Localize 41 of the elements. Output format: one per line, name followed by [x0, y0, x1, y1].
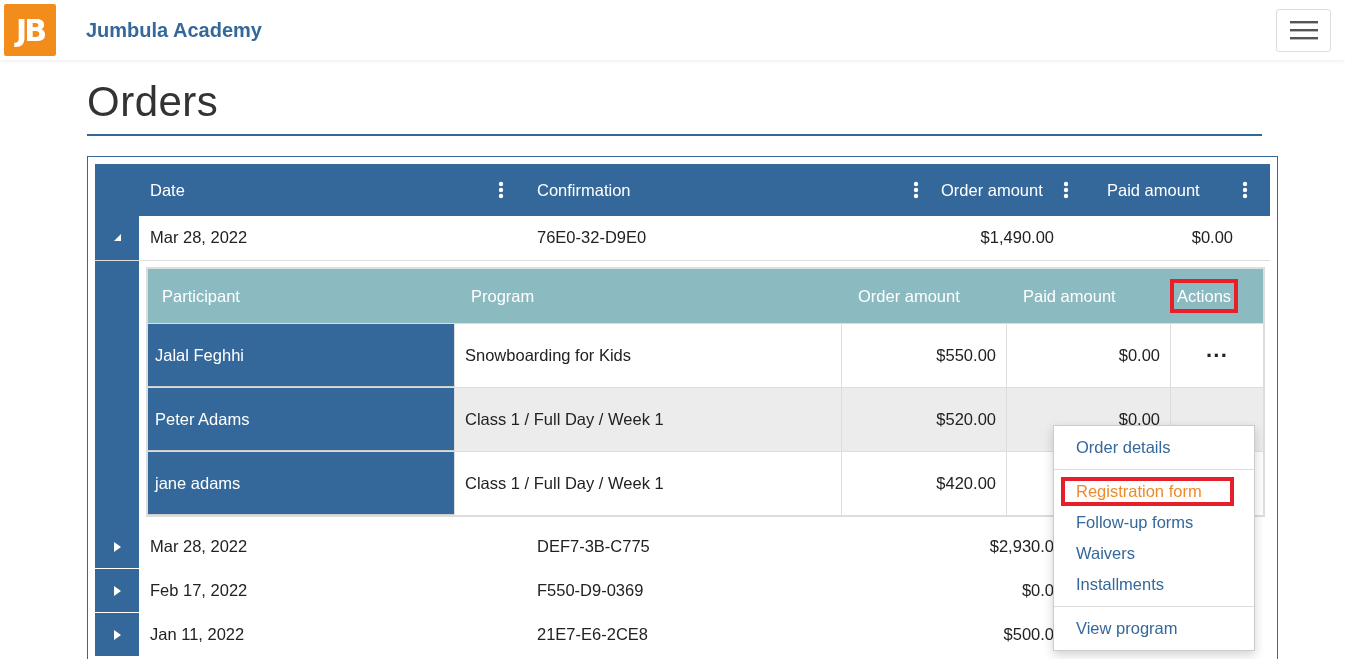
- table-cell: $1,490.00: [980, 228, 1054, 246]
- table-cell: Peter Adams: [155, 409, 250, 429]
- table-cell: jane adams: [155, 473, 241, 493]
- table-cell: $0.00: [1118, 410, 1160, 429]
- column-header: Program: [470, 285, 536, 307]
- table-cell: Mar 28, 2022: [150, 228, 248, 246]
- column-header[interactable]: Date: [150, 180, 185, 200]
- column-header[interactable]: Confirmation: [537, 180, 631, 200]
- table-cell: 21E7-E6-2CE8: [537, 625, 648, 643]
- table-cell: F550-D9-0369: [537, 581, 644, 599]
- column-header: Participant: [161, 285, 241, 307]
- column-header: Actions: [1170, 278, 1239, 313]
- menu-item[interactable]: Waivers: [1061, 539, 1147, 568]
- table-cell: $420.00: [936, 474, 996, 493]
- menu-item[interactable]: Installments: [1061, 570, 1177, 599]
- menu-item[interactable]: Follow-up forms: [1061, 508, 1206, 537]
- table-cell: $0.0: [1021, 581, 1054, 599]
- table-cell: Mar 28, 2022: [150, 537, 248, 555]
- table-cell: $520.00: [936, 410, 996, 429]
- table-cell: Snowboarding for Kids: [465, 346, 631, 365]
- actions-button[interactable]: ···: [1202, 344, 1232, 367]
- menu-item[interactable]: Order details: [1061, 433, 1183, 462]
- brand-name[interactable]: Jumbula Academy: [86, 18, 262, 42]
- table-cell: $550.00: [936, 346, 996, 365]
- table-cell: $0.00: [1118, 346, 1160, 365]
- table-cell: DEF7-3B-C775: [537, 537, 650, 555]
- table-cell: $0.00: [1191, 228, 1233, 246]
- column-header: Order amount: [857, 285, 961, 307]
- page-title: Orders: [87, 78, 1262, 136]
- column-header[interactable]: Order amount: [941, 180, 1043, 200]
- table-cell: Jan 11, 2022: [150, 625, 245, 643]
- table-cell: Jalal Feghhi: [155, 345, 244, 365]
- table-cell: $500.0: [1003, 625, 1054, 643]
- table-cell: Class 1 / Full Day / Week 1: [465, 410, 664, 429]
- column-header: Paid amount: [1022, 285, 1117, 307]
- table-cell: Feb 17, 2022: [150, 581, 248, 599]
- table-cell: 76E0-32-D9E0: [537, 228, 647, 246]
- menu-item[interactable]: View program: [1061, 614, 1190, 643]
- column-header[interactable]: Paid amount: [1107, 180, 1200, 200]
- table-cell: Class 1 / Full Day / Week 1: [465, 474, 664, 493]
- table-cell: $2,930.0: [989, 537, 1054, 555]
